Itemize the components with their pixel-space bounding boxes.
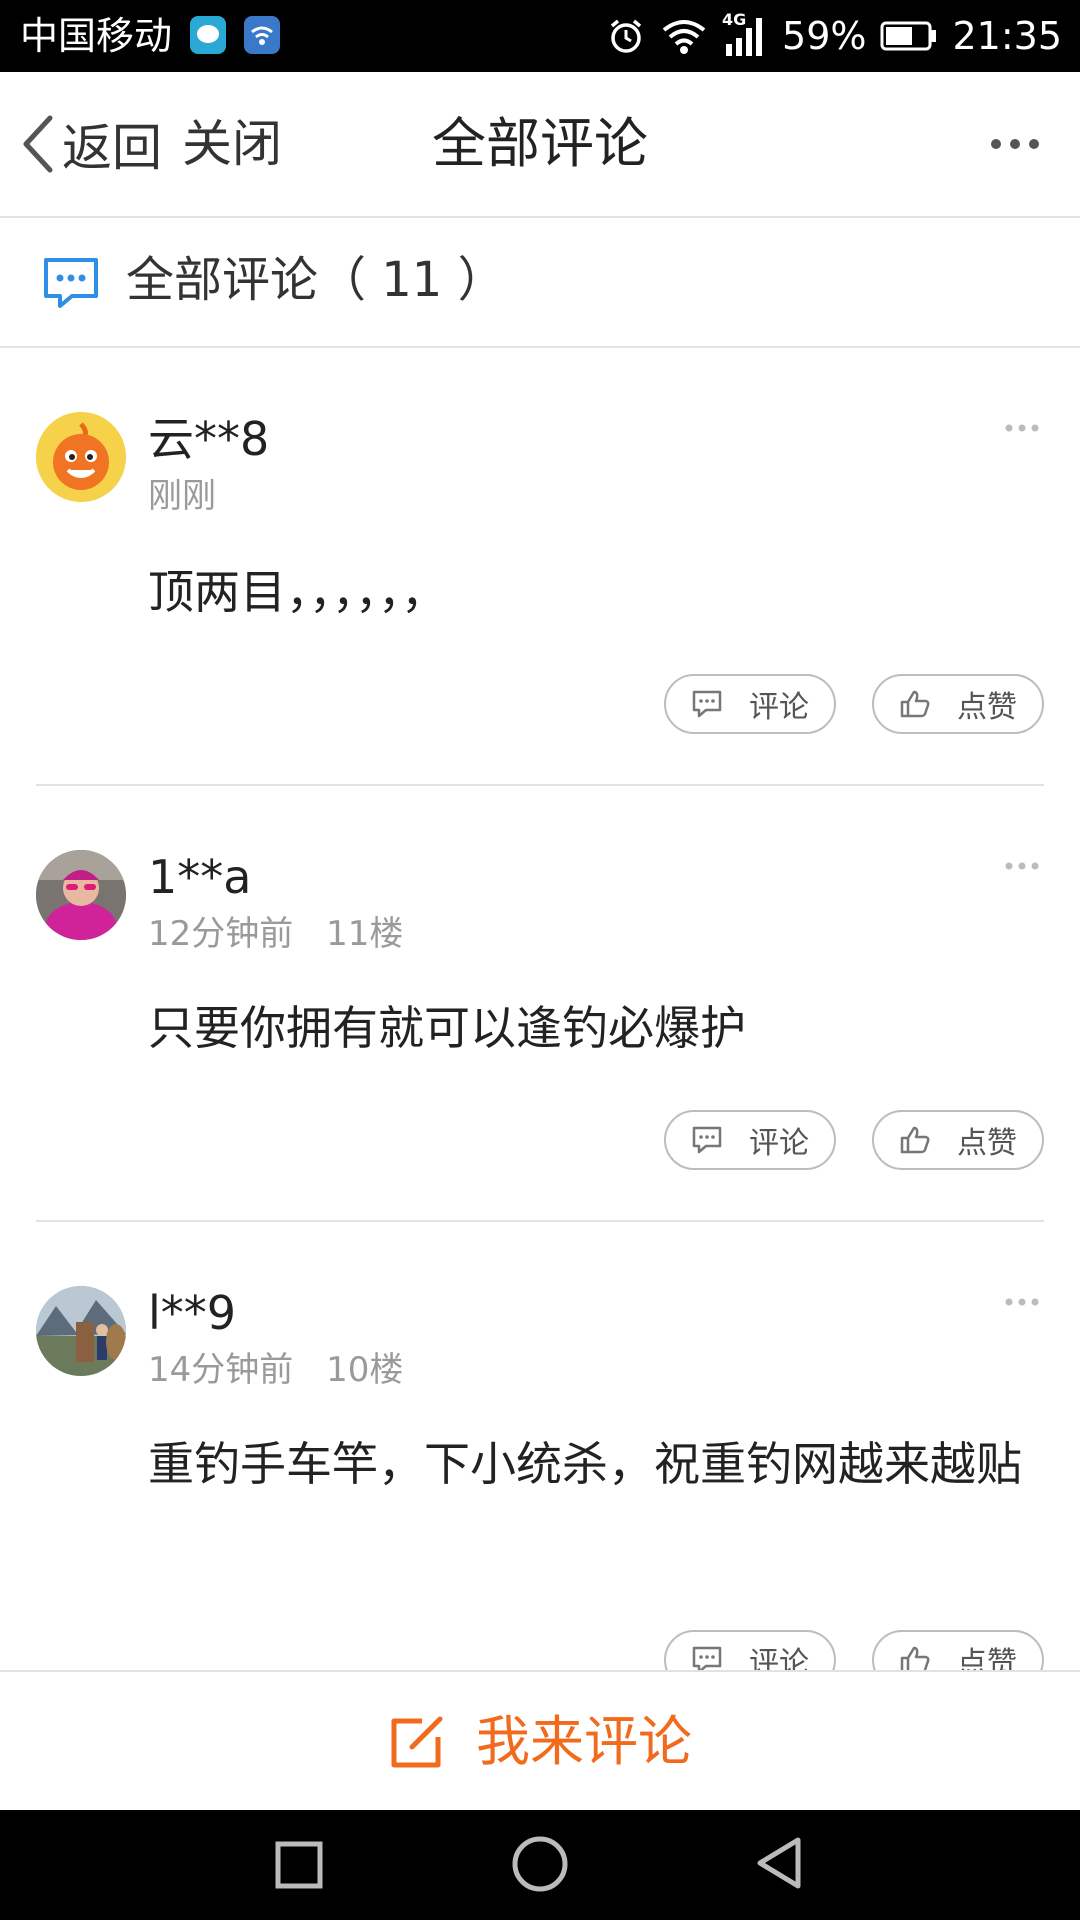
reply-label: 评论 bbox=[749, 690, 809, 725]
like-button[interactable]: 点赞 bbox=[872, 674, 1044, 734]
comment-meta: 14分钟前 10楼 bbox=[148, 1348, 425, 1392]
write-comment-label: 我来评论 bbox=[476, 1710, 692, 1773]
thumbs-up-icon bbox=[900, 1646, 930, 1670]
comment-icon bbox=[692, 1646, 722, 1670]
username[interactable]: 云**8 bbox=[148, 410, 269, 468]
message-app-icon bbox=[190, 16, 226, 54]
more-options-icon[interactable] bbox=[990, 132, 1040, 156]
comment-time: 刚刚 bbox=[148, 476, 216, 516]
avatar[interactable] bbox=[36, 412, 126, 502]
comments-section-header: 全部评论（ 11 ） bbox=[0, 218, 1080, 348]
wifi-signal-icon bbox=[662, 20, 706, 54]
comment-list: 云**8 刚刚 顶两目，，，，，， 评论 点赞 1**a 12分钟前 11楼 只… bbox=[0, 348, 1080, 1670]
like-button[interactable]: 点赞 bbox=[872, 1110, 1044, 1170]
floor-number: 10楼 bbox=[326, 1350, 404, 1390]
system-nav-bar bbox=[0, 1810, 1080, 1920]
reply-button[interactable]: 评论 bbox=[664, 1630, 836, 1670]
top-header: 返回 关闭 全部评论 bbox=[0, 72, 1080, 218]
comments-count-label: 全部评论（ 11 ） bbox=[126, 252, 506, 308]
comment-more-icon[interactable] bbox=[1004, 1296, 1040, 1308]
like-button[interactable]: 点赞 bbox=[872, 1630, 1044, 1670]
username[interactable]: 1**a bbox=[148, 848, 251, 906]
reply-label: 评论 bbox=[749, 1126, 809, 1161]
wifi-app-icon bbox=[244, 16, 280, 54]
username[interactable]: l**9 bbox=[148, 1284, 236, 1342]
battery-icon bbox=[880, 21, 937, 51]
comment-icon bbox=[692, 690, 722, 718]
reply-label: 评论 bbox=[749, 1646, 809, 1670]
clock: 21:35 bbox=[952, 14, 1062, 58]
floor-number: 11楼 bbox=[326, 914, 404, 954]
comment-meta: 刚刚 bbox=[148, 474, 238, 518]
edit-icon bbox=[391, 1716, 443, 1768]
comment-time: 12分钟前 bbox=[148, 914, 294, 954]
comment-item: 1**a 12分钟前 11楼 只要你拥有就可以逢钓必爆护 评论 点赞 bbox=[36, 786, 1044, 1222]
compose-bar: 我来评论 bbox=[0, 1670, 1080, 1812]
back-nav-icon[interactable] bbox=[752, 1834, 806, 1892]
carrier-name: 中国移动 bbox=[20, 14, 173, 58]
comment-text: 重钓手车竿，下小统杀，祝重钓网越来越贴 bbox=[148, 1437, 1022, 1491]
reply-button[interactable]: 评论 bbox=[664, 1110, 836, 1170]
home-icon[interactable] bbox=[510, 1834, 570, 1894]
comment-time: 14分钟前 bbox=[148, 1350, 294, 1390]
comment-meta: 12分钟前 11楼 bbox=[148, 912, 425, 956]
battery-percent: 59% bbox=[782, 14, 867, 58]
avatar[interactable] bbox=[36, 850, 126, 940]
like-label: 点赞 bbox=[957, 1126, 1017, 1161]
write-comment-button[interactable]: 我来评论 bbox=[0, 1710, 1080, 1774]
comment-item: l**9 14分钟前 10楼 重钓手车竿，下小统杀，祝重钓网越来越贴 评论 点赞 bbox=[36, 1222, 1044, 1670]
comment-icon bbox=[692, 1126, 722, 1154]
comment-bubble-icon bbox=[44, 258, 98, 308]
like-label: 点赞 bbox=[957, 1646, 1017, 1670]
status-bar: 中国移动 4G 59% 21:35 bbox=[0, 0, 1080, 72]
comment-more-icon[interactable] bbox=[1004, 422, 1040, 434]
reply-button[interactable]: 评论 bbox=[664, 674, 836, 734]
comment-more-icon[interactable] bbox=[1004, 860, 1040, 872]
like-label: 点赞 bbox=[957, 690, 1017, 725]
comment-item: 云**8 刚刚 顶两目，，，，，， 评论 点赞 bbox=[36, 348, 1044, 786]
avatar[interactable] bbox=[36, 1286, 126, 1376]
comment-text: 顶两目，，，，，， bbox=[148, 565, 447, 619]
alarm-icon bbox=[610, 19, 642, 53]
thumbs-up-icon bbox=[900, 1126, 930, 1154]
recent-apps-icon[interactable] bbox=[272, 1838, 326, 1892]
thumbs-up-icon bbox=[900, 690, 930, 718]
comment-text: 只要你拥有就可以逢钓必爆护 bbox=[148, 1001, 746, 1055]
page-title: 全部评论 bbox=[432, 112, 648, 175]
cell-signal-icon: 4G bbox=[722, 10, 768, 58]
